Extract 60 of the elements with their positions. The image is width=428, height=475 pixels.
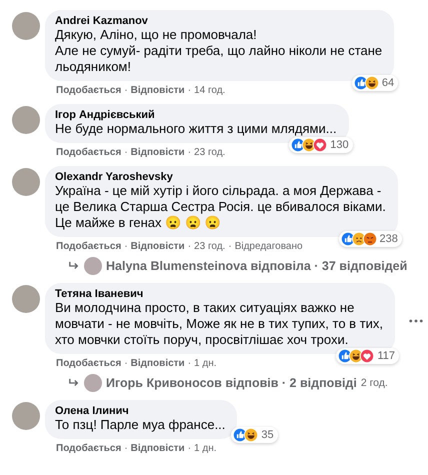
avatar <box>84 257 102 275</box>
reply-arrow-icon <box>68 261 80 271</box>
avatar[interactable] <box>12 106 40 134</box>
author-name[interactable]: Олена Ілинич <box>55 405 226 417</box>
action-link[interactable]: Відповісти <box>130 358 185 369</box>
author-name[interactable]: Ігор Андрієвський <box>55 109 337 121</box>
author-name[interactable]: Olexandr Yaroshevsky <box>55 171 386 183</box>
comment-text: То пзц! Парле муа франсе... <box>55 417 226 433</box>
separator-dot: · <box>188 85 192 96</box>
action-link[interactable]: Подобається <box>56 241 122 252</box>
separator-dot: · <box>124 443 128 454</box>
separator-dot: · <box>124 147 128 158</box>
comment-meta: 23 год. <box>194 241 226 252</box>
reaction-count: 238 <box>380 233 398 245</box>
comment-text: Ви молодчина просто, в таких ситуаціях важко не мовчати - не мовчіть, Може як не в тих тупих, то в тих, хто мовчки стоїть поруч, просвітлішає хоч трохи. <box>55 300 384 348</box>
action-link[interactable]: Відповісти <box>130 241 185 252</box>
comment-text: Дякую, Аліно, що не промовчала! Але не сумуй- радіти треба, що лайно ніколи не стане льодяником! <box>55 27 382 75</box>
separator-dot: · <box>188 358 192 369</box>
author-name[interactable]: Тетяна Іваневич <box>55 288 384 300</box>
separator-dot: · <box>124 358 128 369</box>
view-replies-link[interactable]: Halyna Blumensteinova відповіла · 37 відповідей <box>106 259 408 273</box>
separator-dot: · <box>188 241 192 252</box>
avatar[interactable] <box>12 12 40 40</box>
separator-dot: · <box>124 85 128 96</box>
separator-dot: · <box>124 241 128 252</box>
avatar <box>84 374 102 392</box>
comment-text: Не буде нормального життя з цими млядями... <box>55 121 337 137</box>
comment-meta: Відредаговано <box>234 241 303 252</box>
separator-dot: · <box>188 443 192 454</box>
separator-dot: · <box>188 147 192 158</box>
avatar[interactable] <box>12 285 40 313</box>
action-link[interactable]: Подобається <box>56 85 122 96</box>
action-link[interactable]: Подобається <box>56 443 122 454</box>
reactions-badge[interactable]: 35 <box>231 427 278 443</box>
comment-meta: 1 дн. <box>194 443 217 454</box>
author-name[interactable]: Andrei Kazmanov <box>55 15 382 27</box>
reply-time: 2 год. <box>360 377 388 389</box>
comment-meta: 1 дн. <box>194 358 217 369</box>
reaction-count: 64 <box>382 77 394 89</box>
reactions-badge[interactable]: 130 <box>289 137 353 153</box>
separator-dot: · <box>228 241 232 252</box>
view-replies-link[interactable]: Игорь Кривоносов відповів · 2 відповіді <box>106 376 357 390</box>
action-link[interactable]: Подобається <box>56 358 122 369</box>
comment-meta: 14 год. <box>194 85 226 96</box>
action-link[interactable]: Відповісти <box>130 147 185 158</box>
action-link[interactable]: Відповісти <box>130 85 185 96</box>
reply-arrow-icon <box>68 378 80 388</box>
action-link[interactable]: Відповісти <box>130 443 185 454</box>
reactions-badge[interactable]: 238 <box>338 231 402 247</box>
reaction-count: 35 <box>261 429 274 441</box>
more-options-icon[interactable] <box>409 319 424 323</box>
avatar[interactable] <box>12 168 40 196</box>
reactions-badge[interactable]: 64 <box>352 75 398 91</box>
reaction-count: 117 <box>377 350 396 362</box>
comment-meta: 23 год. <box>194 147 226 158</box>
action-link[interactable]: Подобається <box>56 147 122 158</box>
avatar[interactable] <box>12 402 40 430</box>
comment-text: Україна - це мій хутір і його сільрада. а моя Держава - це Велика Старша Сестра Росія. це вбивалося віками. Це майже в генах 😦 😦 😦 <box>55 183 386 231</box>
reactions-badge[interactable]: 117 <box>336 348 400 364</box>
reaction-count: 130 <box>330 139 349 151</box>
